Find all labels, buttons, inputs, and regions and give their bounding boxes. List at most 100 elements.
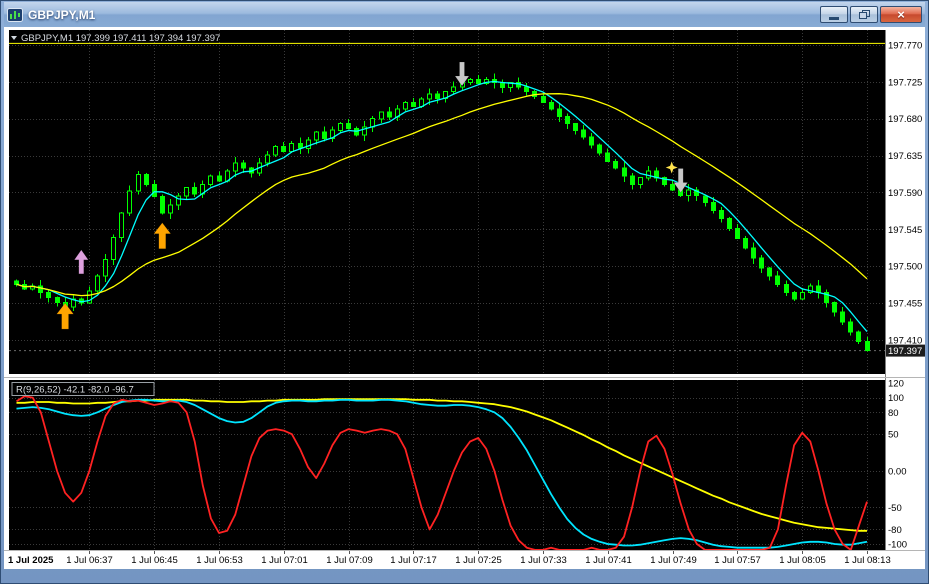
candle-body	[379, 111, 384, 120]
candle-body	[281, 146, 286, 152]
price-axis-label: 197.770	[888, 41, 922, 52]
current-price-text: 197.397	[888, 346, 922, 357]
candle-body	[468, 78, 473, 84]
candle-body	[403, 101, 408, 110]
indicator-axis-label: 0.00	[888, 466, 907, 477]
candle-body	[160, 196, 165, 214]
candle-body	[427, 93, 432, 100]
time-axis-label: 1 Jul 08:05	[779, 555, 825, 566]
candle-body	[840, 311, 845, 323]
candle-body	[573, 123, 578, 131]
candle-body	[711, 201, 716, 212]
time-axis-label: 1 Jul 07:49	[650, 555, 696, 566]
time-axis-label: 1 Jul 08:13	[844, 555, 890, 566]
candle-body	[46, 292, 51, 298]
restore-button[interactable]	[850, 6, 878, 23]
indicator-axis-label: -100	[888, 540, 907, 551]
price-axis-label: 197.680	[888, 114, 922, 125]
chart-canvas[interactable]: GBPJPY,M1 197.399 197.411 197.394 197.39…	[4, 27, 925, 569]
candle-body	[670, 183, 675, 191]
candle-body	[233, 162, 238, 172]
candle-body	[735, 228, 740, 239]
candle-body	[176, 195, 181, 206]
candle-body	[557, 108, 562, 117]
time-axis-label: 1 Jul 07:33	[520, 555, 566, 566]
time-axis-label: 1 Jul 07:25	[455, 555, 501, 566]
candle-body	[581, 129, 586, 138]
candle-body	[549, 101, 554, 110]
indicator-axis-label: 120	[888, 379, 904, 390]
candle-body	[727, 218, 732, 229]
price-axis-label: 197.635	[888, 151, 922, 162]
minimize-button[interactable]	[820, 6, 848, 23]
candle-body	[241, 162, 246, 169]
time-axis-label: 1 Jul 06:37	[66, 555, 112, 566]
time-axis-label: 1 Jul 07:57	[714, 555, 760, 566]
candle-body	[152, 183, 157, 198]
candle-body	[14, 280, 19, 285]
time-axis-label: 1 Jul 07:01	[261, 555, 307, 566]
candle-body	[630, 175, 635, 185]
candle-body	[451, 86, 456, 93]
time-axis-label: 1 Jul 06:53	[196, 555, 242, 566]
time-axis-label: 1 Jul 07:17	[390, 555, 436, 566]
candle-body	[136, 174, 141, 192]
candle-body	[338, 123, 343, 131]
candle-body	[298, 142, 303, 149]
candle-body	[524, 86, 529, 93]
candle-body	[865, 341, 870, 352]
candle-body	[792, 292, 797, 300]
candle-body	[354, 128, 359, 136]
minimize-icon	[829, 16, 839, 20]
candle-body	[306, 139, 311, 149]
indicator-axis-label: -50	[888, 503, 902, 514]
candle-body	[38, 285, 43, 293]
candle-body	[856, 331, 861, 343]
candle-body	[144, 174, 149, 185]
price-axis-label: 197.455	[888, 299, 922, 310]
candle-body	[784, 283, 789, 293]
candle-body	[289, 142, 294, 153]
candle-body	[759, 257, 764, 269]
candle-body	[217, 175, 222, 182]
app-icon	[7, 7, 23, 22]
mt4-chart-window: GBPJPY,M1 × GBPJPY,M1 197.399 197.411 19…	[0, 0, 929, 584]
candle-body	[743, 237, 748, 249]
candle-body	[111, 237, 116, 261]
candle-body	[848, 321, 853, 333]
price-axis-label: 197.500	[888, 262, 922, 273]
candle-body	[314, 131, 319, 141]
window-titlebar[interactable]: GBPJPY,M1 ×	[4, 2, 925, 27]
window-title: GBPJPY,M1	[28, 7, 96, 22]
candle-body	[775, 275, 780, 285]
price-axis-label: 197.590	[888, 188, 922, 199]
close-button[interactable]: ×	[880, 6, 922, 23]
candle-body	[622, 167, 627, 177]
time-axis-label: 1 Jul 07:41	[585, 555, 631, 566]
candle-body	[168, 204, 173, 214]
candle-body	[411, 101, 416, 108]
candle-body	[387, 111, 392, 118]
time-axis-label: 1 Jul 07:09	[326, 555, 372, 566]
candle-body	[346, 123, 351, 130]
candle-body	[95, 275, 100, 292]
time-axis-label: 1 Jul 2025	[8, 555, 54, 566]
candle-body	[605, 152, 610, 162]
candle-body	[597, 144, 602, 154]
indicator-axis-label: 100	[888, 393, 904, 404]
candle-body	[767, 267, 772, 277]
candle-body	[703, 195, 708, 203]
candle-body	[751, 247, 756, 259]
price-axis-label: 197.545	[888, 225, 922, 236]
candle-body	[800, 292, 805, 300]
candle-body	[127, 190, 132, 214]
candle-body	[103, 259, 108, 277]
candle-body	[208, 175, 213, 185]
main-chart-pane[interactable]	[9, 30, 885, 374]
time-axis-label: 1 Jul 06:45	[131, 555, 177, 566]
indicator-axis-label: -80	[888, 525, 902, 536]
close-icon: ×	[897, 7, 905, 22]
candle-body	[719, 210, 724, 220]
candle-body	[613, 160, 618, 169]
candle-body	[322, 131, 327, 140]
